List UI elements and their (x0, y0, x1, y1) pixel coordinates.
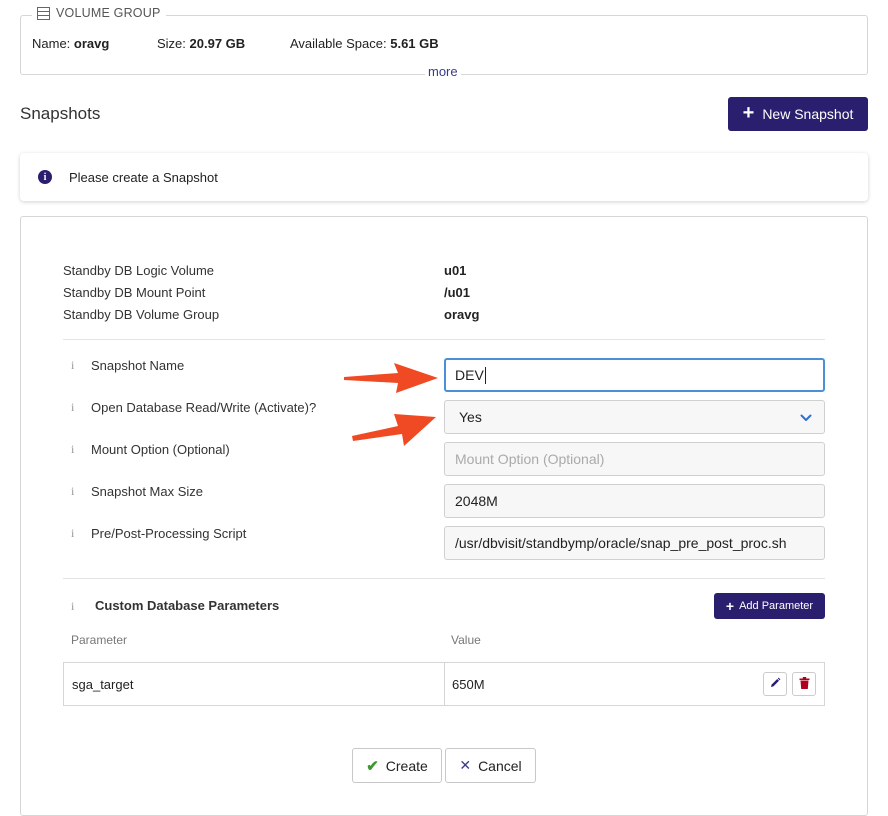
info-icon[interactable]: i (71, 442, 74, 457)
snapshot-name-input[interactable]: DEV (444, 358, 825, 392)
trash-icon (799, 676, 810, 692)
standby-mount-label: Standby DB Mount Point (63, 285, 206, 300)
volume-group-legend: VOLUME GROUP (32, 6, 166, 20)
database-stack-icon (37, 6, 50, 20)
standby-lv-label: Standby DB Logic Volume (63, 263, 215, 278)
vg-available-value: 5.61 GB (390, 36, 439, 51)
info-message: Please create a Snapshot (69, 169, 218, 185)
annotation-arrow-icon (344, 363, 438, 393)
script-value: /usr/dbvisit/standbymp/oracle/snap_pre_p… (455, 535, 787, 551)
info-icon[interactable]: i (71, 400, 74, 415)
section-title: Snapshots (20, 104, 101, 123)
annotation-arrow-icon (352, 414, 436, 446)
divider (63, 578, 825, 579)
mount-option-placeholder: Mount Option (Optional) (455, 451, 605, 467)
max-size-value: 2048M (455, 493, 498, 509)
mount-option-input[interactable]: Mount Option (Optional) (444, 442, 825, 476)
info-icon[interactable]: i (71, 526, 74, 541)
param-name-cell: sga_target (72, 677, 134, 692)
more-link[interactable]: more (425, 64, 461, 79)
delete-button[interactable] (792, 672, 816, 696)
create-button[interactable]: ✔ Create (352, 748, 442, 783)
divider (63, 339, 825, 340)
info-alert: i Please create a Snapshot (20, 153, 868, 201)
info-icon[interactable]: i (71, 358, 74, 373)
cancel-button[interactable]: ✕ Cancel (445, 748, 536, 783)
pencil-icon (769, 677, 781, 692)
close-icon: ✕ (459, 757, 472, 773)
custom-params-title: Custom Database Parameters (95, 598, 280, 613)
param-value-cell: 650M (452, 677, 485, 692)
volume-group-legend-text: VOLUME GROUP (56, 6, 161, 20)
table-row: sga_target 650M (63, 662, 825, 706)
snapshot-name-label: Snapshot Name (91, 358, 185, 373)
add-parameter-label: Add Parameter (739, 600, 814, 612)
text-caret (484, 366, 486, 384)
info-circle-icon: i (38, 170, 52, 184)
new-snapshot-label: New Snapshot (762, 106, 854, 122)
standby-vg-value: oravg (444, 307, 480, 322)
vg-available: Available Space: 5.61 GB (290, 36, 439, 51)
vg-name-label: Name: (32, 36, 71, 51)
check-icon: ✔ (366, 757, 379, 775)
vg-size-label: Size: (157, 36, 186, 51)
plus-icon: + (725, 598, 735, 614)
new-snapshot-button[interactable]: + New Snapshot (728, 97, 868, 131)
standby-lv-value: u01 (444, 263, 467, 278)
snapshot-name-value: DEV (455, 367, 484, 383)
column-separator (444, 663, 445, 705)
standby-mount-value: /u01 (444, 285, 471, 300)
max-size-input[interactable]: 2048M (444, 484, 825, 518)
cancel-label: Cancel (478, 757, 522, 774)
vg-size-value: 20.97 GB (189, 36, 246, 51)
open-db-label: Open Database Read/Write (Activate)? (91, 400, 317, 415)
create-label: Create (385, 757, 428, 774)
mount-option-label: Mount Option (Optional) (91, 442, 230, 457)
info-icon[interactable]: i (71, 599, 74, 614)
column-header-parameter: Parameter (71, 633, 128, 647)
open-db-value: Yes (459, 409, 482, 425)
max-size-label: Snapshot Max Size (91, 484, 204, 499)
script-label: Pre/Post-Processing Script (91, 526, 247, 541)
vg-name-value: oravg (73, 36, 110, 51)
script-input[interactable]: /usr/dbvisit/standbymp/oracle/snap_pre_p… (444, 526, 825, 560)
edit-button[interactable] (763, 672, 787, 696)
open-db-select[interactable]: Yes (444, 400, 825, 434)
chevron-down-icon (800, 409, 812, 425)
info-icon[interactable]: i (71, 484, 74, 499)
vg-name: Name: oravg (32, 36, 109, 51)
vg-available-label: Available Space: (290, 36, 387, 51)
column-header-value: Value (451, 633, 481, 647)
vg-size: Size: 20.97 GB (157, 36, 245, 51)
plus-icon: + (742, 102, 755, 124)
standby-vg-label: Standby DB Volume Group (63, 307, 220, 322)
add-parameter-button[interactable]: + Add Parameter (714, 593, 825, 619)
